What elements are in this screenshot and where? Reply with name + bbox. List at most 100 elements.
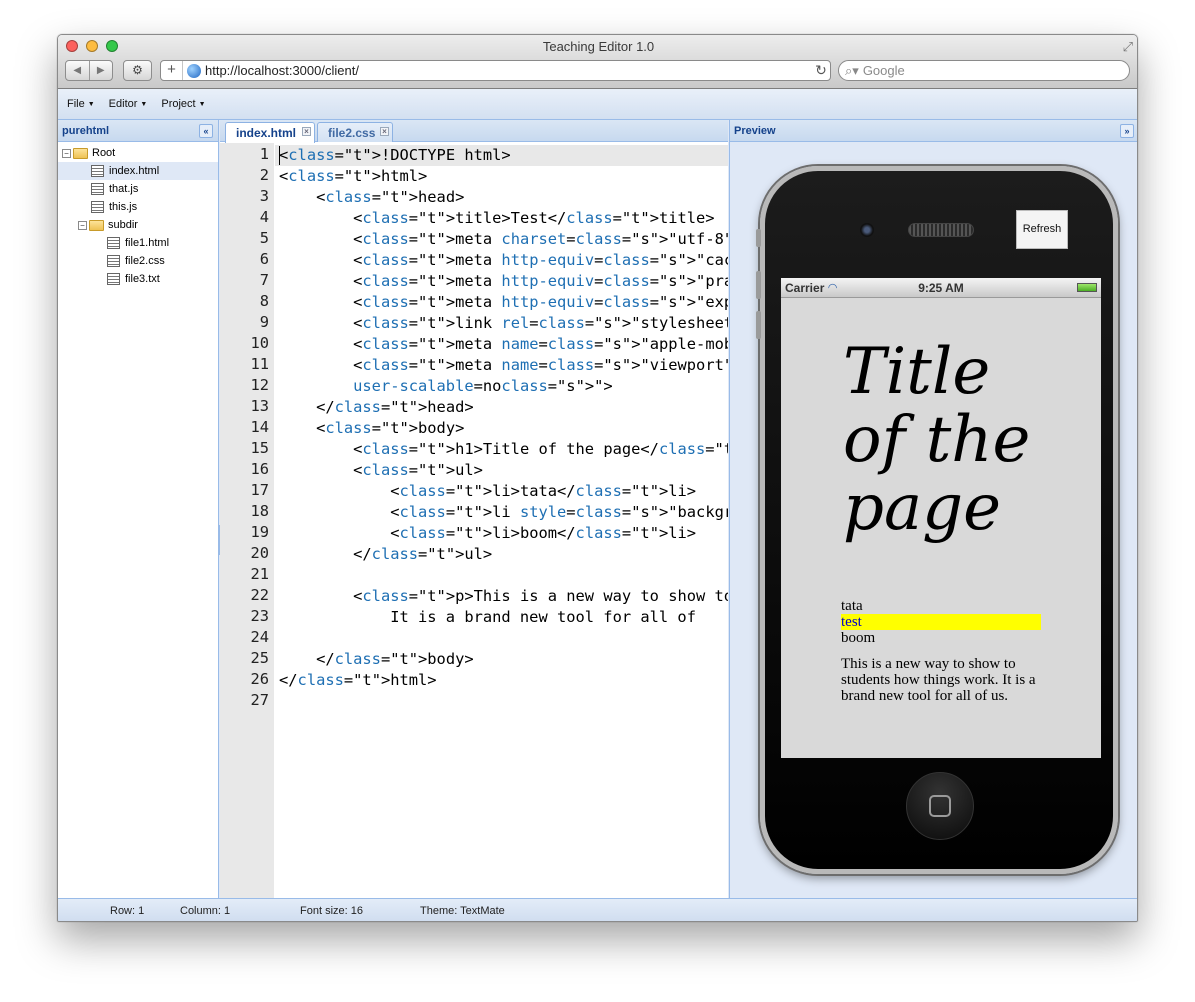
menu-file[interactable]: File ▼ [67, 98, 95, 110]
code-line: <class="t">!DOCTYPE html> [279, 146, 511, 164]
add-bookmark-icon[interactable]: + [161, 61, 183, 80]
code-line: <class="t">html> [279, 167, 428, 185]
line-number: 10 [250, 334, 269, 352]
code-line: <class="t">meta http-equiv=class="s">"ca… [279, 251, 728, 269]
caret-down-icon: ▼ [198, 101, 206, 108]
home-square-icon [929, 795, 951, 817]
tree-item-root[interactable]: − Root [58, 144, 218, 162]
browser-toolbar: Teaching Editor 1.0 ⤢ ◀ ▶ ⚙ + http://loc… [58, 35, 1137, 89]
device-screen: Carrier ◠ 9:25 AM Title of the page tata… [781, 278, 1101, 758]
code-line: user-scalable=noclass="s">"> [353, 377, 613, 395]
collapse-toggle-icon[interactable]: − [78, 220, 87, 230]
menu-project[interactable]: Project ▼ [161, 98, 205, 110]
tree-item-subdir[interactable]: − subdir [58, 216, 218, 234]
tree-item-file2-css[interactable]: file2.css [58, 252, 218, 270]
line-number: 25 [250, 649, 269, 667]
tree-item-index-html[interactable]: index.html [58, 162, 218, 180]
line-number: 5 [259, 229, 269, 247]
line-number: 1 [259, 145, 269, 163]
line-number: 11 [250, 355, 269, 373]
fullscreen-icon[interactable]: ⤢ [1123, 39, 1133, 55]
url-text[interactable]: http://localhost:3000/client/ [205, 63, 812, 78]
preview-panel: Preview » Refresh Carrier ◠ 9:25 AM Titl… [729, 120, 1137, 898]
line-number: 3 [259, 187, 269, 205]
collapse-left-icon[interactable]: « [199, 124, 213, 138]
camera-icon [860, 223, 874, 237]
column-indicator: Column: 1 [180, 905, 231, 917]
code-line: <class="t">link rel=class="s">"styleshee… [279, 314, 728, 332]
tree-item-this-js[interactable]: this.js [58, 198, 218, 216]
folder-icon [89, 219, 104, 231]
tab-file2-css[interactable]: file2.css × [317, 122, 393, 142]
line-number: 8 [259, 292, 269, 310]
home-button[interactable] [906, 772, 974, 840]
battery-icon [1077, 283, 1097, 292]
line-number: 16 [250, 460, 269, 478]
collapse-right-icon[interactable]: » [1120, 124, 1134, 138]
file-tree: − Root index.html that.js this.js − subd… [58, 142, 218, 288]
tree-item-that-js[interactable]: that.js [58, 180, 218, 198]
theme-indicator: Theme: TextMate [420, 905, 505, 917]
forward-icon[interactable]: ▶ [88, 61, 113, 80]
line-number: 22 [250, 586, 269, 604]
tree-item-file3-txt[interactable]: file3.txt [58, 270, 218, 288]
tools-button[interactable]: ⚙ [123, 60, 152, 81]
tree-item-file1-html[interactable]: file1.html [58, 234, 218, 252]
line-number: 2 [259, 166, 269, 184]
collapse-toggle-icon[interactable]: − [62, 148, 71, 158]
refresh-button[interactable]: Refresh [1016, 210, 1068, 249]
code-line: <class="t">head> [279, 188, 465, 206]
list-item: boom [841, 630, 876, 646]
globe-icon [187, 63, 201, 78]
code-line: <class="t">ul> [279, 461, 483, 479]
file-icon [107, 273, 120, 285]
app-window: Teaching Editor 1.0 ⤢ ◀ ▶ ⚙ + http://loc… [57, 34, 1138, 922]
line-number: 26 [250, 670, 269, 688]
list-item-highlighted: test [841, 614, 1041, 630]
preview-paragraph: This is a new way to show to students ho… [841, 656, 1036, 704]
line-number: 27 [250, 691, 269, 709]
preview-header: Preview » [730, 120, 1137, 142]
project-sidebar: purehtml « − Root index.html that.js thi… [58, 120, 219, 898]
code-line: <class="t">li>tata</class="t">li> [279, 482, 697, 500]
preview-title: Preview [734, 124, 776, 137]
editor-tabbar: index.html × file2.css × [220, 120, 728, 143]
close-tab-icon[interactable]: × [380, 127, 389, 136]
code-line: <class="t">meta http-equiv=class="s">"pr… [279, 272, 728, 290]
speaker-grille [908, 223, 974, 237]
file-icon [91, 201, 104, 213]
line-number: 20 [250, 544, 269, 562]
line-number: 12 [250, 376, 269, 394]
code-line: </class="t">body> [279, 650, 474, 668]
code-line: <class="t">meta charset=class="s">"utf-8… [279, 230, 728, 248]
project-title: purehtml [62, 124, 110, 137]
address-bar[interactable]: + http://localhost:3000/client/ ↻ [160, 60, 831, 81]
line-number: 6 [259, 250, 269, 268]
code-line: <class="t">meta http-equiv=class="s">"ex… [279, 293, 728, 311]
menu-bar: File ▼ Editor ▼ Project ▼ [58, 89, 1137, 120]
code-line: <class="t">body> [279, 419, 465, 437]
font-size-indicator: Font size: 16 [300, 905, 363, 917]
volume-up-button [756, 271, 761, 299]
code-line: </class="t">head> [279, 398, 474, 416]
code-area[interactable]: <class="t">!DOCTYPE html> <class="t">html… [275, 143, 728, 898]
clock-label: 9:25 AM [918, 280, 964, 295]
search-input[interactable] [862, 63, 1113, 78]
close-tab-icon[interactable]: × [302, 127, 311, 136]
back-icon[interactable]: ◀ [66, 61, 89, 80]
code-line: <class="t">title>Test</class="t">title> [279, 209, 715, 227]
file-icon [91, 183, 104, 195]
menu-editor[interactable]: Editor ▼ [109, 98, 148, 110]
back-forward-buttons: ◀ ▶ [65, 60, 113, 81]
file-icon [107, 237, 120, 249]
search-bar[interactable]: ⌕▾ [838, 60, 1130, 81]
line-number: 4 [259, 208, 269, 226]
line-number: 13 [250, 397, 269, 415]
reload-icon[interactable]: ↻ [812, 62, 830, 79]
line-number: 24 [250, 628, 269, 646]
tab-index-html[interactable]: index.html × [225, 122, 315, 143]
sidebar-header: purehtml « [58, 120, 218, 142]
code-line: <class="t">li style=class="s">"backgroun… [279, 503, 728, 521]
code-line: </class="t">html> [279, 671, 437, 689]
code-line: <class="t">meta name=class="s">"viewport… [279, 356, 728, 374]
